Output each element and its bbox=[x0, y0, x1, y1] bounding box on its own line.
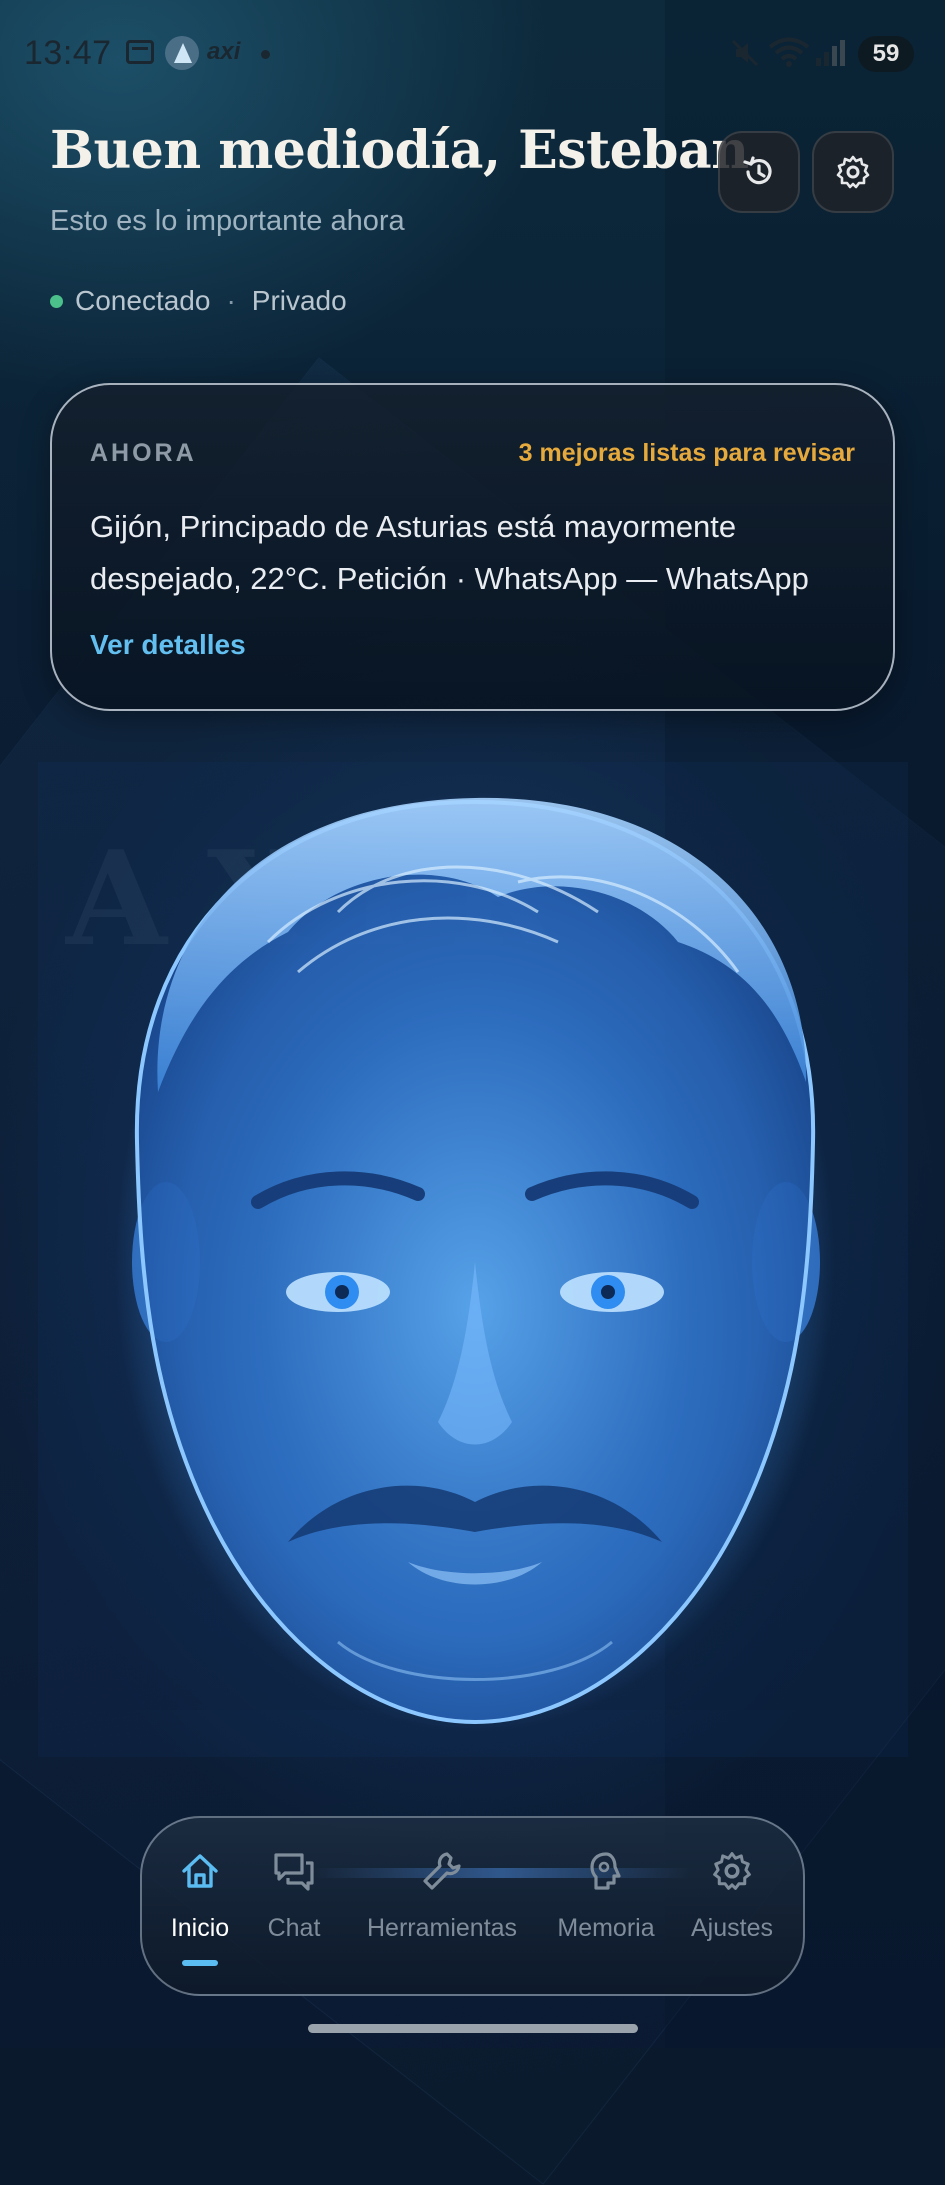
battery-indicator: 59 bbox=[858, 36, 914, 72]
bottom-nav: Inicio Chat Herramientas Memoria Ajustes bbox=[140, 1816, 805, 1996]
status-bar: 13:47 axi 59 bbox=[0, 0, 945, 108]
now-card[interactable]: AHORA 3 mejoras listas para revisar Gijó… bbox=[50, 383, 895, 711]
home-icon bbox=[182, 1854, 218, 1888]
hologram-face-image bbox=[115, 792, 835, 1732]
mute-icon bbox=[731, 39, 759, 67]
brain-icon bbox=[590, 1852, 621, 1890]
nav-label-inicio: Inicio bbox=[170, 1914, 230, 1942]
app-notification-icon bbox=[165, 36, 199, 70]
nav-item-inicio[interactable]: Inicio bbox=[168, 1846, 232, 1943]
gear-icon bbox=[713, 1852, 751, 1890]
card-kicker: AHORA bbox=[90, 439, 197, 467]
signal-icon bbox=[816, 40, 845, 66]
nav-label-memoria: Memoria bbox=[557, 1914, 655, 1942]
nav-label-chat: Chat bbox=[267, 1914, 321, 1942]
page-title: Buen mediodía, Esteban bbox=[50, 120, 749, 181]
nav-item-herramientas[interactable]: Herramientas bbox=[367, 1846, 517, 1943]
nav-label-herramientas: Herramientas bbox=[367, 1914, 518, 1942]
settings-button[interactable] bbox=[812, 131, 894, 213]
nav-item-ajustes[interactable]: Ajustes bbox=[690, 1846, 774, 1943]
status-connected: Conectado bbox=[75, 285, 211, 316]
notification-dot-icon bbox=[261, 50, 270, 59]
view-details-link[interactable]: Ver detalles bbox=[90, 629, 246, 661]
nav-item-memoria[interactable]: Memoria bbox=[556, 1846, 656, 1943]
chat-icon bbox=[274, 1853, 314, 1891]
wrench-icon bbox=[423, 1852, 461, 1890]
assistant-avatar[interactable]: AXIR bbox=[38, 762, 908, 1757]
gear-icon bbox=[836, 155, 870, 189]
wifi-icon bbox=[768, 37, 810, 67]
status-separator: · bbox=[226, 285, 236, 316]
connection-status: Conectado · Privado bbox=[50, 285, 347, 317]
status-app-label: axi bbox=[207, 38, 241, 65]
history-button[interactable] bbox=[718, 131, 800, 213]
online-dot-icon bbox=[50, 294, 63, 308]
home-indicator[interactable] bbox=[308, 2024, 638, 2033]
active-tab-indicator bbox=[182, 1960, 218, 1966]
calendar-icon bbox=[126, 40, 154, 64]
card-message: Gijón, Principado de Asturias está mayor… bbox=[90, 509, 809, 596]
status-time: 13:47 bbox=[24, 34, 112, 72]
nav-item-chat[interactable]: Chat bbox=[262, 1846, 326, 1943]
history-icon bbox=[743, 156, 772, 185]
improvements-badge[interactable]: 3 mejoras listas para revisar bbox=[519, 439, 855, 468]
page-subtitle: Esto es lo importante ahora bbox=[50, 205, 405, 237]
nav-label-ajustes: Ajustes bbox=[691, 1914, 773, 1942]
status-private: Privado bbox=[251, 285, 347, 316]
